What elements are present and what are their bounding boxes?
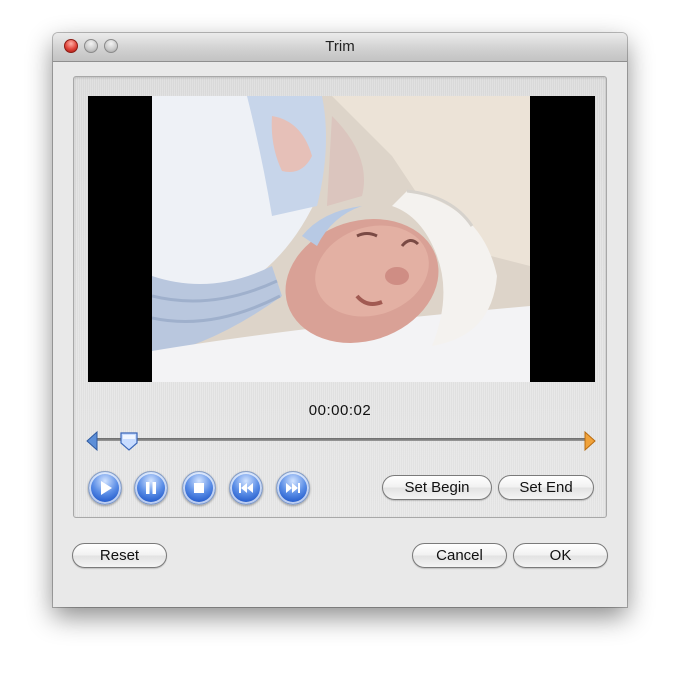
stop-button[interactable]: [182, 471, 216, 505]
next-button[interactable]: [276, 471, 310, 505]
begin-marker-icon[interactable]: [86, 430, 98, 452]
next-icon: [286, 483, 300, 493]
cancel-button[interactable]: Cancel: [412, 543, 507, 568]
previous-icon: [239, 483, 253, 493]
set-end-button[interactable]: Set End: [498, 475, 594, 500]
video-frame: [152, 96, 530, 382]
pause-button[interactable]: [134, 471, 168, 505]
play-icon: [101, 481, 112, 495]
set-begin-button[interactable]: Set Begin: [382, 475, 492, 500]
playhead-knob[interactable]: [119, 431, 139, 451]
end-marker-icon[interactable]: [584, 430, 596, 452]
previous-button[interactable]: [229, 471, 263, 505]
trim-panel: 00:00:02 Set Begin Set End: [73, 76, 607, 518]
video-preview: [88, 96, 595, 382]
title-bar[interactable]: Trim: [53, 33, 627, 62]
ok-button[interactable]: OK: [513, 543, 608, 568]
trim-window: Trim 00:00:02 Set Begin Set End Reset Ca…: [53, 33, 627, 607]
stop-icon: [194, 483, 204, 493]
timeline-rail[interactable]: [94, 438, 588, 441]
timecode-display: 00:00:02: [308, 402, 372, 419]
trim-track[interactable]: [86, 429, 596, 452]
play-button[interactable]: [88, 471, 122, 505]
window-title: Trim: [325, 38, 355, 55]
reset-button[interactable]: Reset: [72, 543, 167, 568]
pause-icon: [146, 482, 156, 494]
